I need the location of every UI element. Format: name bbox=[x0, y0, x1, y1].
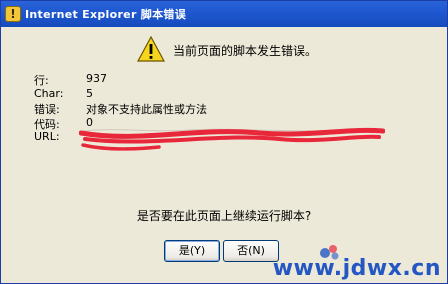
line-value: 937 bbox=[86, 72, 107, 85]
no-button[interactable]: 否(N) bbox=[223, 240, 279, 262]
watermark-text: www.jdwx.cn bbox=[272, 256, 441, 281]
title-bar[interactable]: ! Internet Explorer 脚本错误 bbox=[1, 1, 447, 27]
error-value: 对象不支持此属性或方法 bbox=[86, 103, 207, 116]
window-title: Internet Explorer 脚本错误 bbox=[25, 8, 186, 21]
char-value: 5 bbox=[86, 87, 93, 100]
error-header: 当前页面的脚本发生错误。 bbox=[137, 35, 397, 65]
app-icon: ! bbox=[5, 6, 21, 22]
char-label: Char: bbox=[34, 87, 64, 100]
url-label: URL: bbox=[34, 130, 60, 143]
yes-button[interactable]: 是(Y) bbox=[164, 240, 220, 262]
warning-icon bbox=[137, 35, 165, 62]
line-label: 行: bbox=[34, 74, 49, 87]
error-message: 当前页面的脚本发生错误。 bbox=[173, 44, 318, 58]
error-label: 错误: bbox=[34, 103, 60, 116]
url-redaction bbox=[79, 127, 385, 151]
continue-question: 是否要在此页面上继续运行脚本? bbox=[136, 209, 312, 223]
script-error-dialog: ! Internet Explorer 脚本错误 当前页面的脚本发生错误。 行:… bbox=[0, 0, 448, 284]
